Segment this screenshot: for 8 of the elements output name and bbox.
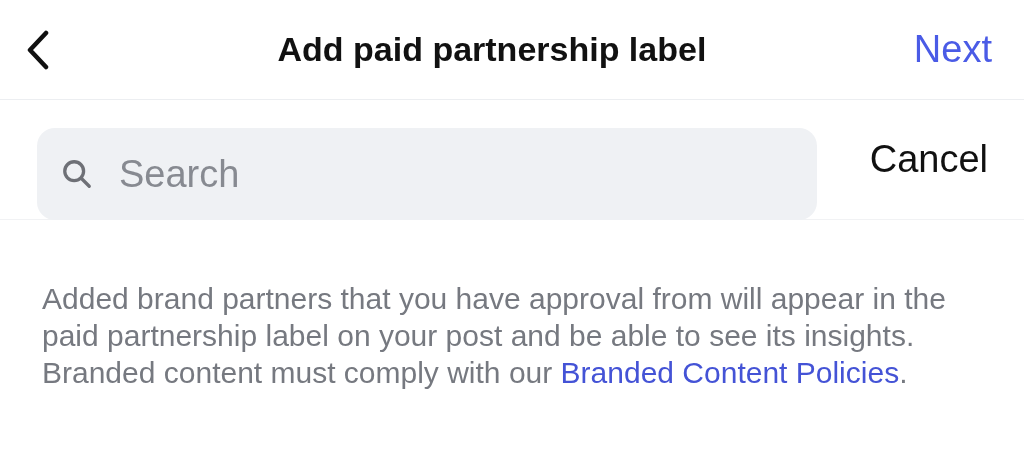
screen-title: Add paid partnership label — [276, 30, 708, 69]
search-icon — [61, 158, 93, 190]
policies-link[interactable]: Branded Content Policies — [560, 356, 900, 389]
notice-text: Added brand partners that you have approval from will appear in the paid partnership label on your post and be able to see its insights. Branded content must comply with our Branded Content Policies. — [42, 281, 947, 391]
search-field[interactable]: Search — [37, 128, 817, 220]
back-icon[interactable] — [26, 29, 50, 70]
cancel-button[interactable]: Cancel — [869, 138, 988, 181]
next-button[interactable]: Next — [913, 28, 992, 71]
